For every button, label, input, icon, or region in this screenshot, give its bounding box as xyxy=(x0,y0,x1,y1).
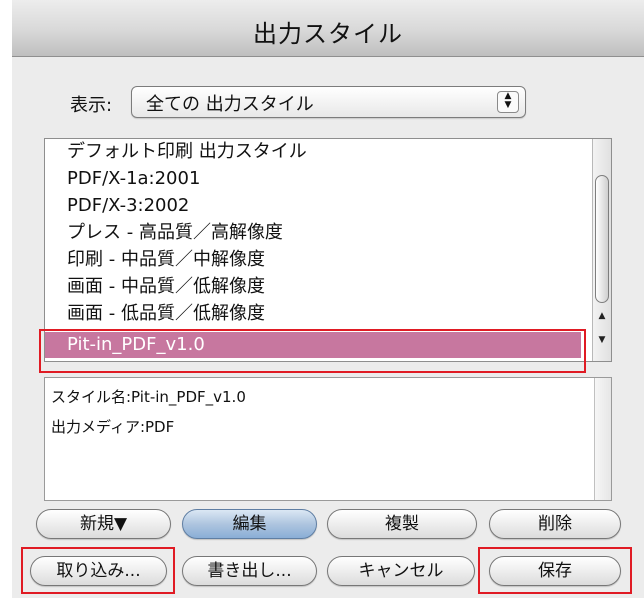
info-scrollbar[interactable] xyxy=(594,378,611,500)
list-item[interactable]: 画面 - 低品質／低解像度 xyxy=(45,301,581,327)
up-down-arrows-icon: ▲ ▼ xyxy=(497,91,519,113)
list-item-selected[interactable]: Pit-in_PDF_v1.0 xyxy=(45,332,581,358)
show-filter-label: 表示: xyxy=(70,95,113,116)
list-item[interactable]: デフォルト印刷 出力スタイル xyxy=(45,139,581,165)
list-item[interactable]: 印刷 - 中品質／中解像度 xyxy=(45,247,581,273)
cancel-button[interactable]: キャンセル xyxy=(327,556,475,586)
style-info-panel: スタイル名:Pit-in_PDF_v1.0 出力メディア:PDF xyxy=(44,377,612,501)
scroll-up-arrow-icon[interactable]: ▲ xyxy=(595,311,609,327)
style-name-text: スタイル名:Pit-in_PDF_v1.0 xyxy=(51,388,246,406)
output-media-text: 出力メディア:PDF xyxy=(51,418,175,436)
show-filter-popup[interactable]: 全ての 出力スタイル ▲ ▼ xyxy=(131,86,526,118)
delete-button[interactable]: 削除 xyxy=(489,509,621,539)
list-scrollbar[interactable]: ▲ ▼ xyxy=(592,139,611,361)
list-item[interactable]: PDF/X-3:2002 xyxy=(45,193,581,219)
edit-button[interactable]: 編集 xyxy=(182,509,317,539)
show-filter-value: 全ての 出力スタイル xyxy=(146,94,314,115)
export-button[interactable]: 書き出し... xyxy=(182,556,317,586)
new-button[interactable]: 新規▼ xyxy=(36,509,171,539)
duplicate-button[interactable]: 複製 xyxy=(327,509,477,539)
scroll-down-arrow-icon[interactable]: ▼ xyxy=(595,335,609,351)
dialog-title: 出力スタイル xyxy=(253,20,403,48)
output-style-list[interactable]: デフォルト印刷 出力スタイル PDF/X-1a:2001 PDF/X-3:200… xyxy=(44,138,612,362)
save-button[interactable]: 保存 xyxy=(489,556,621,586)
list-item[interactable]: プレス - 高品質／高解像度 xyxy=(45,220,581,246)
import-button[interactable]: 取り込み... xyxy=(30,556,167,586)
scroll-thumb[interactable] xyxy=(595,175,609,303)
list-item[interactable]: PDF/X-1a:2001 xyxy=(45,166,581,192)
list-item[interactable]: 画面 - 中品質／低解像度 xyxy=(45,274,581,300)
dialog-titlebar: 出力スタイル xyxy=(12,0,644,57)
